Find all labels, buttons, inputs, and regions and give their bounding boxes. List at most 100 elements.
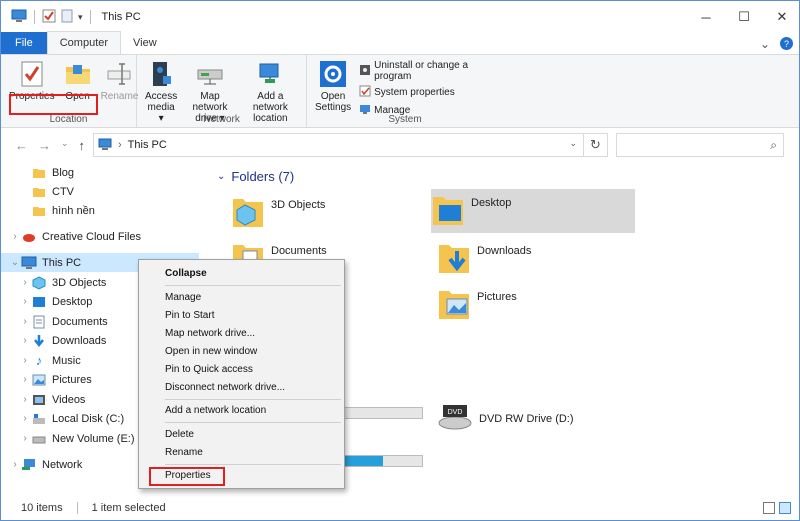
folder-label: Pictures [477, 291, 517, 303]
nav-label: Desktop [52, 295, 93, 308]
status-divider [76, 502, 78, 514]
download-arrow-icon [31, 334, 47, 348]
tab-computer[interactable]: Computer [46, 31, 122, 54]
computer-icon [21, 256, 37, 270]
back-arrow-icon[interactable]: ← [15, 138, 28, 153]
expand-chevron-icon[interactable]: › [9, 459, 21, 470]
menu-item-disconnect-drive[interactable]: Disconnect network drive... [165, 382, 285, 393]
expand-chevron-icon[interactable]: › [19, 374, 31, 385]
properties-highlight [149, 467, 225, 486]
menu-item-open-new-window[interactable]: Open in new window [165, 346, 257, 357]
creative-cloud-icon [21, 230, 37, 244]
3d-objects-folder-icon [231, 191, 265, 231]
status-item-count: 10 items [21, 502, 63, 514]
network-location-icon [255, 59, 285, 89]
this-pc-highlight [9, 94, 98, 115]
close-button[interactable]: ✕ [763, 1, 799, 33]
nav-item-blog[interactable]: Blog [1, 163, 199, 182]
group-network: Access media ▾ Map network drive ▾ Add a… [137, 55, 307, 128]
recent-locations-icon[interactable]: ⌄ [61, 138, 69, 153]
window-title: This PC [101, 11, 141, 23]
address-dropdown-icon[interactable]: ⌄ [569, 138, 577, 149]
address-bar[interactable]: › This PC ⌄ ↻ [93, 133, 608, 157]
menu-item-map-drive[interactable]: Map network drive... [165, 328, 255, 339]
ribbon: Properties Open Rename Location Access m… [1, 55, 799, 128]
collapse-chevron-icon[interactable]: ⌄ [9, 257, 21, 268]
folder-desktop[interactable]: Desktop [431, 189, 635, 233]
menu-separator [165, 422, 341, 423]
menu-item-collapse[interactable]: Collapse [165, 268, 207, 279]
minimize-button[interactable]: ─ [687, 1, 725, 33]
nav-label: hình nền [52, 204, 95, 217]
nav-label: Local Disk (C:) [52, 412, 125, 425]
menu-separator [165, 399, 341, 400]
search-input[interactable]: ⌕ [616, 133, 784, 157]
system-properties-button[interactable]: System properties [359, 85, 499, 100]
toolbar-divider [89, 10, 91, 24]
nav-item-ctv[interactable]: CTV [1, 182, 199, 201]
collapse-chevron-icon[interactable]: ⌄ [217, 171, 225, 182]
media-server-icon [146, 59, 176, 89]
properties-check-icon[interactable] [42, 9, 56, 26]
computer-icon[interactable] [11, 9, 27, 26]
menu-item-rename[interactable]: Rename [165, 447, 203, 458]
menu-item-delete[interactable]: Delete [165, 429, 194, 440]
rename-label: Rename [100, 91, 139, 102]
pictures-folder-icon [437, 283, 471, 323]
expand-chevron-icon[interactable]: › [19, 394, 31, 405]
dvd-drive[interactable]: DVD DVD RW Drive (D:) [437, 403, 574, 434]
expand-chevron-icon[interactable]: › [19, 277, 31, 288]
nav-label: This PC [42, 256, 82, 269]
expand-chevron-icon[interactable]: › [9, 231, 21, 242]
expand-chevron-icon[interactable]: › [19, 296, 31, 307]
downloads-folder-icon [437, 237, 471, 277]
expand-chevron-icon[interactable]: › [19, 413, 31, 424]
expand-ribbon-icon[interactable]: ⌄ [760, 37, 770, 51]
status-selection: 1 item selected [91, 502, 166, 514]
customize-toolbar-icon[interactable]: ▾ [78, 12, 83, 23]
new-folder-icon[interactable] [60, 9, 74, 26]
folder-3d-objects[interactable]: 3D Objects [231, 191, 431, 235]
settings-gear-icon [318, 59, 348, 89]
breadcrumb-this-pc[interactable]: This PC [128, 139, 167, 151]
maximize-button[interactable]: ☐ [725, 1, 763, 33]
nav-item-creative-cloud[interactable]: › Creative Cloud Files [1, 227, 199, 246]
folders-section-header[interactable]: ⌄ Folders (7) [217, 169, 294, 184]
music-note-icon: ♪ [35, 353, 43, 368]
folder-icon [31, 204, 47, 218]
expand-chevron-icon[interactable]: › [19, 355, 31, 366]
tab-file[interactable]: File [1, 32, 47, 54]
navigation-bar: ← → ⌄ ↑ › This PC ⌄ ↻ ⌕ [1, 131, 799, 159]
large-icons-view-icon[interactable] [779, 502, 791, 514]
add-location-label-1: Add a network [252, 91, 288, 113]
nav-label: Creative Cloud Files [42, 230, 142, 243]
videos-icon [31, 393, 47, 407]
details-view-icon[interactable] [763, 502, 775, 514]
expand-chevron-icon[interactable]: › [19, 335, 31, 346]
nav-label: Pictures [52, 373, 92, 386]
folder-pictures[interactable]: Pictures [437, 283, 637, 327]
dvd-label: DVD RW Drive (D:) [479, 412, 574, 425]
map-drive-label-1: Map network [192, 91, 228, 113]
breadcrumb: › This PC [98, 138, 167, 153]
drive-icon [31, 432, 47, 446]
breadcrumb-chevron-icon[interactable]: › [118, 139, 122, 151]
nav-item-hinh-nen[interactable]: hình nền [1, 201, 199, 220]
uninstall-program-button[interactable]: Uninstall or change a program [359, 60, 499, 82]
menu-item-pin-start[interactable]: Pin to Start [165, 310, 214, 321]
refresh-button[interactable]: ↻ [583, 134, 607, 156]
tab-view[interactable]: View [121, 32, 169, 54]
forward-arrow-icon[interactable]: → [38, 138, 51, 153]
open-settings-label-1: Open [320, 91, 346, 102]
expand-chevron-icon[interactable]: › [19, 316, 31, 327]
menu-item-pin-quick-access[interactable]: Pin to Quick access [165, 364, 253, 375]
menu-item-manage[interactable]: Manage [165, 292, 201, 303]
up-arrow-icon[interactable]: ↑ [79, 138, 86, 153]
folder-downloads[interactable]: Downloads [437, 237, 637, 281]
view-switcher [763, 502, 791, 514]
group-network-label: Network [203, 114, 240, 125]
menu-item-add-network-location[interactable]: Add a network location [165, 405, 266, 416]
help-icon[interactable]: ? [780, 37, 793, 50]
expand-chevron-icon[interactable]: › [19, 433, 31, 444]
dvd-icon-text: DVD [448, 409, 463, 416]
